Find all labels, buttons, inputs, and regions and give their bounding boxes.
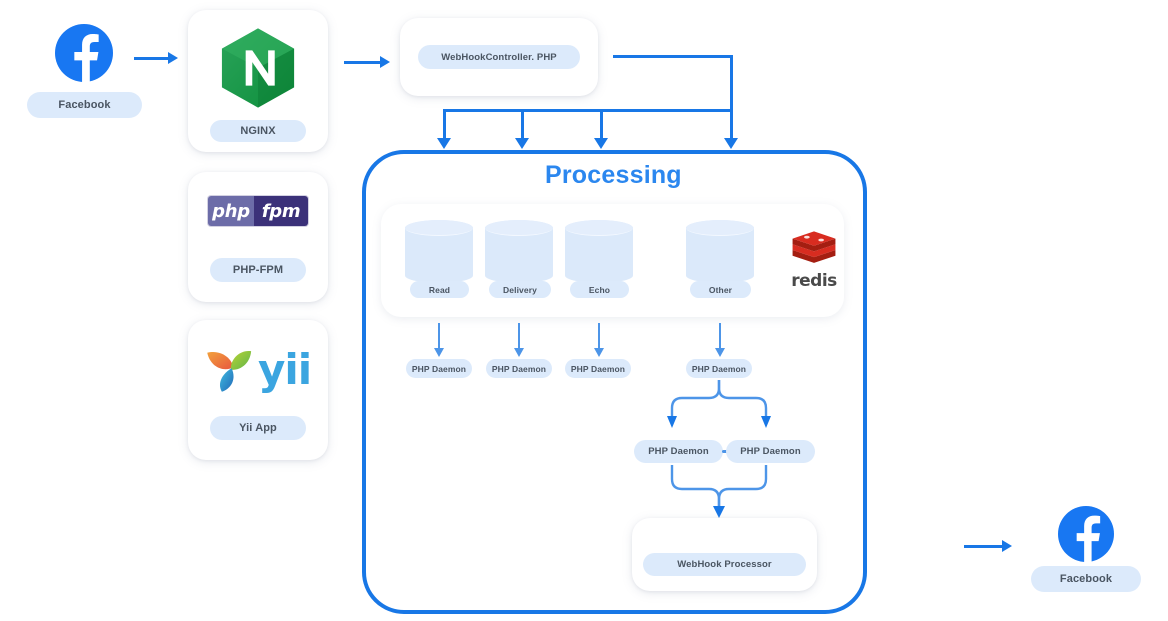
- connector-drop-4: [730, 109, 733, 140]
- connector-queue-other-to-daemon: [719, 323, 721, 350]
- php-fpm-label: PHP-FPM: [210, 258, 306, 282]
- yii-logo-icon: yii: [204, 342, 314, 396]
- arrow-head-queue-other: [715, 348, 725, 357]
- webhook-controller-label: WebHookController. PHP: [418, 45, 580, 69]
- queue-label-other: Other: [690, 281, 751, 298]
- php-fpm-logo-icon: php fpm: [208, 196, 308, 226]
- connector-drop-2: [521, 109, 524, 140]
- arrow-head-drop-2: [515, 138, 529, 149]
- connector-merge-brace: [670, 465, 768, 518]
- php-daemon-pill-4: PHP Daemon: [686, 359, 752, 378]
- queue-label-read: Read: [410, 281, 469, 298]
- queue-cylinder-other: [686, 220, 754, 283]
- queue-label-delivery: Delivery: [489, 281, 551, 298]
- webhook-processor-label: WebHook Processor: [643, 553, 806, 576]
- connector-distribution-bar: [443, 109, 733, 112]
- webhook-processor-card: WebHook Processor: [632, 518, 817, 591]
- arrow-head-drop-3: [594, 138, 608, 149]
- php-daemon-pair-left: PHP Daemon: [634, 440, 723, 463]
- processing-title: Processing: [545, 161, 682, 189]
- php-daemon-pair-right: PHP Daemon: [726, 440, 815, 463]
- php-fpm-card: php fpm PHP-FPM: [188, 172, 328, 302]
- source-facebook-label: Facebook: [27, 92, 142, 118]
- connector-drop-1: [443, 109, 446, 140]
- connector-drop-3: [600, 109, 603, 140]
- connector-split-brace: [667, 380, 771, 428]
- sink-facebook-icon: [1058, 506, 1114, 562]
- yii-logo-text: yii: [258, 344, 312, 394]
- queue-label-echo: Echo: [570, 281, 629, 298]
- facebook-icon: [55, 24, 113, 82]
- architecture-diagram: Facebook NGINX php fpm PHP-FPM yii Yii A…: [0, 0, 1168, 621]
- arrow-nginx-to-controller: [344, 56, 390, 68]
- php-daemon-pill-3: PHP Daemon: [565, 359, 631, 378]
- arrow-head-drop-1: [437, 138, 451, 149]
- php-fpm-logo-left: php: [208, 196, 254, 226]
- webhook-controller-card: WebHookController. PHP: [400, 18, 598, 96]
- queue-cylinder-echo: [565, 220, 633, 283]
- connector-controller-right-drop: [730, 55, 733, 112]
- connector-controller-top: [613, 55, 733, 58]
- arrow-head-drop-4: [724, 138, 738, 149]
- arrow-head-queue-echo: [594, 348, 604, 357]
- connector-queue-delivery-to-daemon: [518, 323, 520, 350]
- sink-facebook-label: Facebook: [1031, 566, 1141, 592]
- arrow-head-queue-read: [434, 348, 444, 357]
- queue-cylinder-read: [405, 220, 473, 283]
- redis-label: redis: [791, 271, 837, 291]
- nginx-label: NGINX: [210, 120, 306, 142]
- php-fpm-logo-right: fpm: [254, 196, 308, 226]
- connector-queue-echo-to-daemon: [598, 323, 600, 350]
- php-daemon-pill-2: PHP Daemon: [486, 359, 552, 378]
- arrow-head-queue-delivery: [514, 348, 524, 357]
- arrow-facebook-to-nginx: [134, 52, 178, 64]
- redis-logo-icon: redis: [782, 230, 846, 292]
- yii-card: yii Yii App: [188, 320, 328, 460]
- yii-app-label: Yii App: [210, 416, 306, 440]
- nginx-logo-icon: [214, 24, 302, 112]
- queue-cylinder-delivery: [485, 220, 553, 283]
- nginx-card: NGINX: [188, 10, 328, 152]
- arrow-processing-to-facebook: [964, 540, 1012, 552]
- php-daemon-pill-1: PHP Daemon: [406, 359, 472, 378]
- connector-queue-read-to-daemon: [438, 323, 440, 350]
